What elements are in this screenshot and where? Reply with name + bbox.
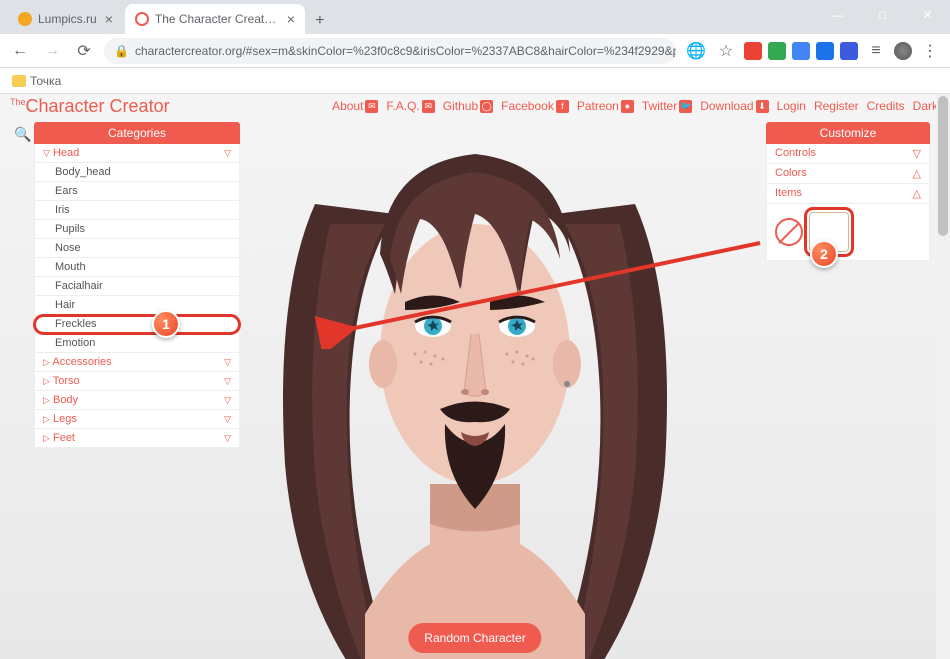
callout-badge-2: 2 (810, 240, 838, 268)
customize-panel: Customize Controls▽ Colors△ Items△ (766, 122, 930, 261)
url-input[interactable]: 🔒 charactercreator.org/#sex=m&skinColor=… (104, 38, 676, 64)
category-accessories[interactable]: ▷ Accessories▽ (34, 353, 240, 372)
favicon (18, 12, 32, 26)
tab-inactive[interactable]: Lumpics.ru × (8, 4, 123, 34)
tab-title: Lumpics.ru (38, 12, 97, 26)
ext-icon[interactable] (792, 42, 810, 60)
category-item-iris[interactable]: Iris (34, 201, 240, 220)
app-viewport: TheCharacter Creator About✉F.A.Q.✉Github… (0, 94, 950, 659)
address-bar: ← → ⟳ 🔒 charactercreator.org/#sex=m&skin… (0, 34, 950, 68)
tab-bar: Lumpics.ru × The Character Creator - Bui… (0, 0, 950, 34)
category-item-body_head[interactable]: Body_head (34, 163, 240, 182)
star-icon[interactable]: ☆ (714, 39, 738, 63)
chevron-icon: ▽ (224, 395, 231, 406)
category-item-facialhair[interactable]: Facialhair (34, 277, 240, 296)
minimize-button[interactable]: — (815, 0, 860, 30)
ext-icon[interactable] (840, 42, 858, 60)
maximize-button[interactable]: □ (860, 0, 905, 30)
categories-header: Categories (34, 122, 240, 144)
forward-button[interactable]: → (40, 39, 64, 63)
back-button[interactable]: ← (8, 39, 32, 63)
tab-title: The Character Creator - Build vis... (155, 12, 279, 26)
ext-icon[interactable] (744, 42, 762, 60)
category-item-emotion[interactable]: Emotion (34, 334, 240, 353)
bookmark-folder[interactable]: Точка (12, 74, 61, 88)
category-torso[interactable]: ▷ Torso▽ (34, 372, 240, 391)
new-tab-button[interactable]: + (307, 8, 333, 34)
category-item-pupils[interactable]: Pupils (34, 220, 240, 239)
tab-active[interactable]: The Character Creator - Build vis... × (125, 4, 305, 34)
category-legs[interactable]: ▷ Legs▽ (34, 410, 240, 429)
favicon (135, 12, 149, 26)
ext-icon[interactable] (768, 42, 786, 60)
category-body[interactable]: ▷ Body▽ (34, 391, 240, 410)
category-item-ears[interactable]: Ears (34, 182, 240, 201)
ext-icon[interactable] (816, 42, 834, 60)
random-character-button[interactable]: Random Character (408, 623, 541, 653)
bookmark-label: Точка (30, 74, 61, 88)
category-item-hair[interactable]: Hair (34, 296, 240, 315)
search-icon[interactable]: 🔍 (14, 126, 31, 143)
character-svg (215, 114, 735, 659)
category-head[interactable]: ▽ Head ▽ (34, 144, 240, 163)
category-item-freckles[interactable]: Freckles (34, 315, 240, 334)
playlist-icon[interactable]: ≡ (864, 39, 888, 63)
chevron-icon: △ (913, 167, 921, 180)
customize-colors[interactable]: Colors△ (766, 164, 930, 184)
chevron-icon: △ (913, 187, 921, 200)
close-window-button[interactable]: ✕ (905, 0, 950, 30)
scroll-thumb[interactable] (938, 96, 948, 236)
customize-items[interactable]: Items△ (766, 184, 930, 204)
categories-panel: Categories ▽ Head ▽ Body_headEarsIrisPup… (34, 122, 240, 448)
lock-icon: 🔒 (114, 44, 129, 58)
browser-chrome: Lumpics.ru × The Character Creator - Bui… (0, 0, 950, 94)
category-item-nose[interactable]: Nose (34, 239, 240, 258)
chevron-icon: ▽ (224, 357, 231, 368)
extension-icons: 🌐 ☆ ≡ ⋮ (684, 39, 942, 63)
avatar[interactable] (894, 42, 912, 60)
translate-icon[interactable]: 🌐 (684, 39, 708, 63)
chevron-down-icon: ▽ (224, 148, 231, 159)
bookmark-bar: Точка (0, 68, 950, 94)
menu-icon[interactable]: ⋮ (918, 39, 942, 63)
no-item-option[interactable] (775, 218, 803, 246)
folder-icon (12, 75, 26, 87)
reload-button[interactable]: ⟳ (72, 39, 96, 63)
chevron-icon: ▽ (224, 376, 231, 387)
close-icon[interactable]: × (105, 11, 113, 27)
callout-badge-1: 1 (152, 310, 180, 338)
chevron-icon: ▽ (224, 414, 231, 425)
items-box (766, 204, 930, 261)
category-feet[interactable]: ▷ Feet▽ (34, 429, 240, 448)
customize-controls[interactable]: Controls▽ (766, 144, 930, 164)
scrollbar[interactable] (936, 94, 950, 659)
customize-header: Customize (766, 122, 930, 144)
chevron-icon: ▽ (913, 147, 921, 160)
chevron-icon: ▽ (224, 433, 231, 444)
url-text: charactercreator.org/#sex=m&skinColor=%2… (135, 44, 676, 58)
window-controls: — □ ✕ (815, 0, 950, 30)
close-icon[interactable]: × (287, 11, 295, 27)
category-item-mouth[interactable]: Mouth (34, 258, 240, 277)
